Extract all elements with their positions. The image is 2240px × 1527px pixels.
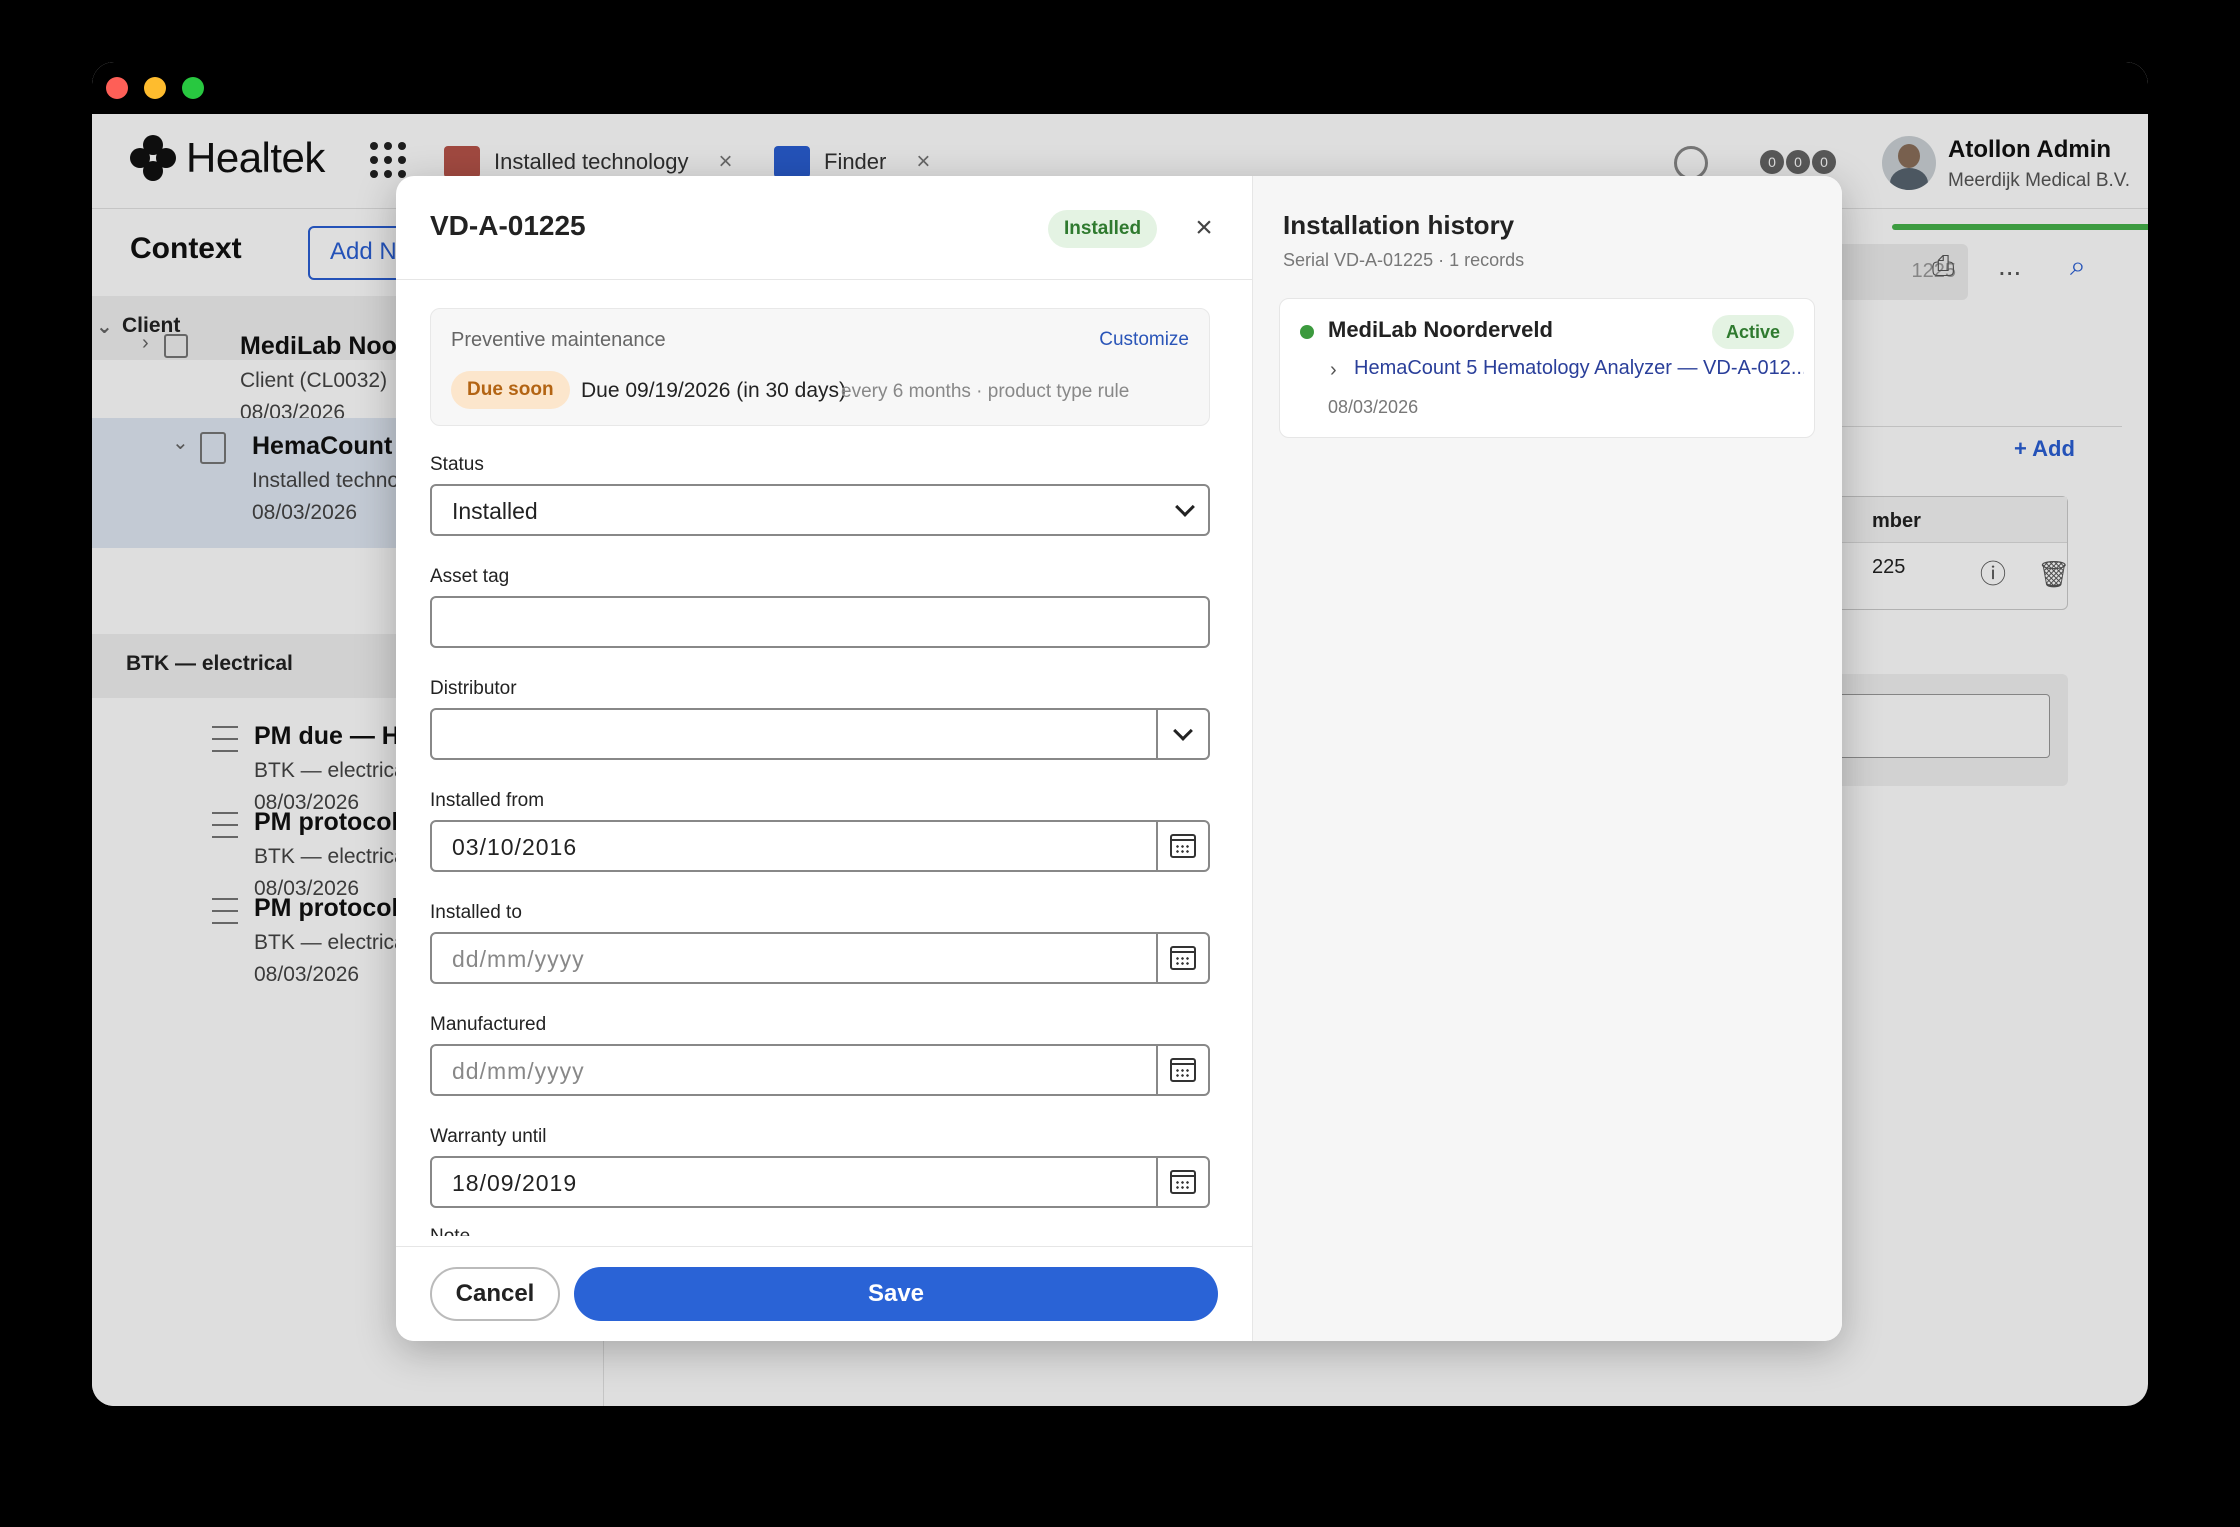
calendar-button[interactable]	[1156, 822, 1208, 870]
modal-body[interactable]: Preventive maintenance Customize Due soo…	[396, 280, 1252, 1238]
distributor-dropdown-button[interactable]	[1156, 710, 1208, 758]
history-asset-link[interactable]: HemaCount 5 Hematology Analyzer — VD-A-0…	[1354, 357, 1804, 380]
installation-history-pane: Installation history Serial VD-A-01225 ·…	[1252, 176, 1842, 1341]
due-soon-badge: Due soon	[451, 371, 570, 409]
history-client: MediLab Noorderveld	[1328, 317, 1553, 342]
close-window-button[interactable]	[106, 77, 128, 99]
cancel-button[interactable]: Cancel	[430, 1267, 560, 1321]
status-select[interactable]: Installed	[430, 484, 1210, 536]
history-date: 08/03/2026	[1328, 397, 1419, 417]
preventive-maintenance-card: Preventive maintenance Customize Due soo…	[430, 308, 1210, 426]
zoom-window-button[interactable]	[182, 77, 204, 99]
modal-form-pane: VD-A-01225 Installed × Preventive mainte…	[396, 176, 1252, 1341]
manufactured-placeholder: dd/mm/yyyy	[452, 1058, 585, 1084]
save-button[interactable]: Save	[574, 1267, 1218, 1321]
pm-due-text: Due 09/19/2026 (in 30 days)	[581, 379, 847, 402]
active-badge: Active	[1711, 315, 1794, 349]
minimize-window-button[interactable]	[144, 77, 166, 99]
installed-to-label: Installed to	[430, 902, 522, 923]
distributor-label: Distributor	[430, 678, 517, 699]
chevron-right-icon: ›	[1330, 359, 1337, 381]
note-label: Note	[430, 1226, 470, 1236]
edit-installation-modal: VD-A-01225 Installed × Preventive mainte…	[396, 176, 1842, 1341]
calendar-icon	[1170, 1058, 1196, 1082]
active-dot-icon	[1300, 325, 1314, 339]
calendar-button[interactable]	[1156, 1046, 1208, 1094]
distributor-combobox[interactable]	[430, 708, 1210, 760]
calendar-icon	[1170, 946, 1196, 970]
manufactured-label: Manufactured	[430, 1014, 547, 1035]
asset-tag-input[interactable]	[430, 596, 1210, 648]
window-titlebar	[92, 62, 2148, 114]
modal-title: VD-A-01225	[430, 210, 586, 241]
calendar-icon	[1170, 1170, 1196, 1194]
calendar-icon	[1170, 834, 1196, 858]
asset-tag-label: Asset tag	[430, 566, 510, 587]
history-title: Installation history	[1283, 210, 1515, 240]
customize-link[interactable]: Customize	[1099, 329, 1189, 351]
status-label: Status	[430, 454, 484, 475]
manufactured-input[interactable]: dd/mm/yyyy	[430, 1044, 1210, 1096]
installed-from-value: 03/10/2016	[452, 834, 578, 860]
warranty-input[interactable]: 18/09/2019	[430, 1156, 1210, 1208]
modal-header: VD-A-01225 Installed ×	[396, 176, 1252, 280]
modal-footer: Cancel Save	[396, 1246, 1252, 1341]
warranty-label: Warranty until	[430, 1126, 547, 1147]
status-value: Installed	[452, 498, 538, 524]
history-record[interactable]: MediLab Noorderveld Active › HemaCount 5…	[1279, 298, 1815, 438]
pm-rule-text: every 6 months · product type rule	[841, 381, 1130, 402]
close-icon[interactable]: ×	[1186, 210, 1222, 246]
pm-label: Preventive maintenance	[451, 329, 666, 351]
calendar-button[interactable]	[1156, 1158, 1208, 1206]
installed-to-placeholder: dd/mm/yyyy	[452, 946, 585, 972]
calendar-button[interactable]	[1156, 934, 1208, 982]
chevron-down-icon	[1175, 497, 1195, 517]
installed-from-input[interactable]: 03/10/2016	[430, 820, 1210, 872]
history-meta: Serial VD-A-01225 · 1 records	[1283, 250, 1525, 270]
installed-from-label: Installed from	[430, 790, 545, 811]
status-badge: Installed	[1048, 210, 1158, 248]
warranty-value: 18/09/2019	[452, 1170, 578, 1196]
installed-to-input[interactable]: dd/mm/yyyy	[430, 932, 1210, 984]
chevron-down-icon	[1173, 721, 1193, 741]
